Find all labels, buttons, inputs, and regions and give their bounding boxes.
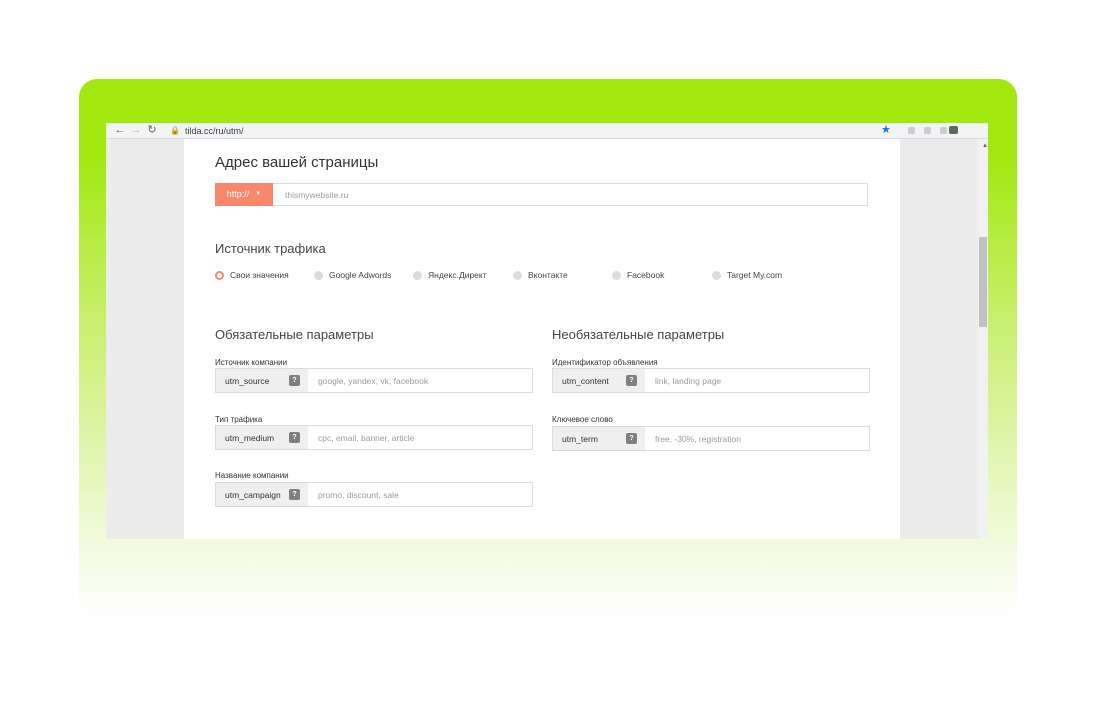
field-label: Тип трафика: [215, 415, 263, 424]
protocol-dropdown[interactable]: http:// ▼: [215, 182, 273, 206]
utm-medium-input[interactable]: [316, 431, 520, 444]
address-bar: ← → ↻ 🔒 tilda.cc/ru/utm/ ★: [106, 123, 988, 139]
help-icon[interactable]: ?: [289, 489, 300, 500]
param-tag: utm_content ?: [553, 369, 645, 392]
param-tag: utm_medium ?: [216, 426, 308, 449]
extension-icon[interactable]: [949, 126, 958, 134]
chevron-down-icon: ▼: [255, 191, 262, 197]
field-label: Ключевое слово: [552, 415, 613, 424]
website-url-field: http:// ▼: [215, 182, 868, 206]
utm-medium-field: utm_medium ?: [215, 425, 533, 450]
radio-yandex-direct[interactable]: Яндекс.Директ: [413, 270, 487, 280]
star-icon[interactable]: ★: [881, 123, 891, 138]
lock-icon: 🔒: [170, 126, 180, 135]
radio-target-mycom[interactable]: Target My.com: [712, 270, 782, 280]
utm-source-field: utm_source ?: [215, 368, 533, 393]
utm-campaign-field: utm_campaign ?: [215, 482, 533, 507]
field-label: Идентификатор объявления: [552, 358, 658, 367]
field-label: Название компании: [215, 471, 289, 480]
extension-icon[interactable]: [940, 127, 947, 134]
optional-section-title: Необязательные параметры: [552, 327, 725, 342]
url-text[interactable]: tilda.cc/ru/utm/: [185, 126, 244, 136]
required-section-title: Обязательные параметры: [215, 327, 374, 342]
radio-vkontakte[interactable]: Вконтакте: [513, 270, 568, 280]
arrow-right-icon[interactable]: →: [128, 123, 144, 138]
radio-icon: [612, 270, 621, 280]
utm-source-input[interactable]: [316, 374, 520, 387]
scrollbar[interactable]: [978, 139, 988, 539]
param-tag: utm_source ?: [216, 369, 308, 392]
radio-own-values[interactable]: Свои значения: [215, 270, 289, 280]
traffic-section-title: Источник трафика: [215, 241, 326, 256]
radio-icon: [413, 270, 422, 280]
extension-icon[interactable]: [908, 127, 915, 134]
utm-content-field: utm_content ?: [552, 368, 870, 393]
help-icon[interactable]: ?: [626, 375, 637, 386]
param-tag: utm_campaign ?: [216, 483, 308, 506]
scroll-up-icon[interactable]: ▲: [982, 143, 988, 149]
param-tag: utm_term ?: [553, 427, 645, 450]
page-content: Адрес вашей страницы http:// ▼ Источник …: [184, 139, 900, 539]
address-section-title: Адрес вашей страницы: [215, 154, 379, 171]
radio-icon: [314, 270, 323, 280]
radio-icon: [513, 270, 522, 280]
help-icon[interactable]: ?: [626, 433, 637, 444]
utm-term-input[interactable]: [653, 432, 857, 445]
help-icon[interactable]: ?: [289, 375, 300, 386]
radio-facebook[interactable]: Facebook: [612, 270, 664, 280]
radio-google-adwords[interactable]: Google Adwords: [314, 270, 391, 280]
protocol-label: http://: [226, 189, 250, 199]
arrow-left-icon[interactable]: ←: [112, 123, 128, 138]
scrollbar-thumb[interactable]: [979, 237, 987, 327]
field-label: Источник компании: [215, 358, 288, 367]
radio-selected-icon: [215, 270, 224, 280]
radio-icon: [712, 270, 721, 280]
utm-content-input[interactable]: [653, 374, 857, 387]
utm-campaign-input[interactable]: [316, 488, 520, 501]
website-url-input[interactable]: [283, 188, 847, 201]
extension-icon[interactable]: [924, 127, 931, 134]
help-icon[interactable]: ?: [289, 432, 300, 443]
reload-icon[interactable]: ↻: [144, 123, 160, 138]
browser-window: ← → ↻ 🔒 tilda.cc/ru/utm/ ★ Адрес вашей с…: [106, 123, 988, 539]
utm-term-field: utm_term ?: [552, 426, 870, 451]
